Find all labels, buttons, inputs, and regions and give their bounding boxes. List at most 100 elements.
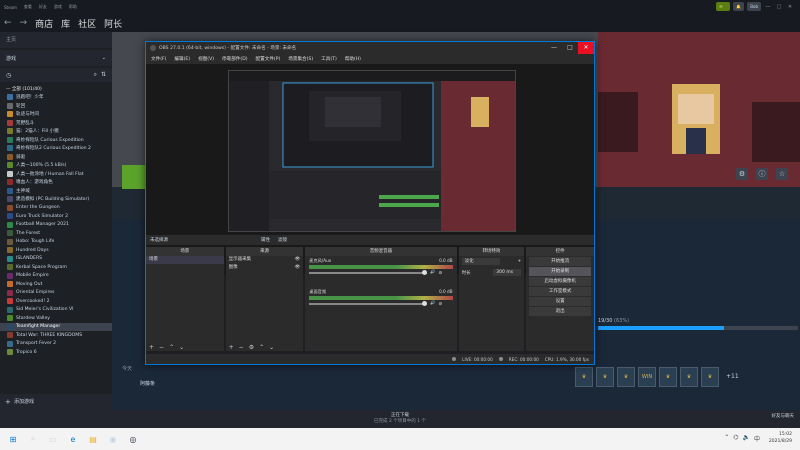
game-list-item[interactable]: 奇妙探险队2 Curious Expedition 2	[0, 144, 112, 153]
nav-library[interactable]: 库	[61, 17, 70, 30]
filters-button[interactable]: 滤镜	[278, 237, 287, 243]
gear-icon[interactable]: ⚙	[249, 344, 254, 351]
move-down-icon[interactable]: ⌄	[179, 344, 184, 351]
download-status[interactable]: 正在下载 已完成 2 个项目中的 1 个	[360, 412, 440, 424]
achievement-icon[interactable]: ♛	[701, 367, 719, 387]
ime-icon[interactable]: 中	[754, 434, 760, 443]
source-item[interactable]: 显示器采集 👁	[226, 256, 304, 264]
game-list-item[interactable]: Tropico 6	[0, 348, 112, 357]
achievement-icon[interactable]: ♛	[617, 367, 635, 387]
volume-slider[interactable]	[309, 301, 428, 306]
move-up-icon[interactable]: ⌃	[169, 344, 174, 351]
game-list-item[interactable]: Teamfight Manager	[0, 322, 112, 331]
game-list-item[interactable]: 人类一败涂地 / Human Fall Flat	[0, 170, 112, 179]
obs-close-button[interactable]: ✕	[578, 42, 594, 54]
nav-store[interactable]: 商店	[35, 17, 53, 30]
game-list-item[interactable]: 轨迹与时间	[0, 110, 112, 119]
edge-icon[interactable]: e	[66, 432, 80, 446]
task-view-icon[interactable]: ▭	[46, 432, 60, 446]
minimize-button[interactable]: —	[764, 3, 772, 11]
menu-steam[interactable]: Steam	[4, 5, 17, 10]
game-list-item[interactable]: 轮回	[0, 102, 112, 111]
chevron-up-icon[interactable]: ⌃	[724, 434, 729, 443]
sidebar-search[interactable]: ◷ ⌕ ⇅	[0, 68, 112, 82]
sidebar-home[interactable]: 主页	[0, 32, 112, 48]
obs-maximize-button[interactable]: □	[562, 42, 578, 54]
obs-menu-item[interactable]: 配置文件(P)	[256, 56, 281, 62]
sidebar-filter[interactable]: 游戏 ⌄	[0, 50, 112, 66]
game-list-item[interactable]: Total War: THREE KINGDOMS	[0, 331, 112, 340]
nav-profile[interactable]: 阿长	[104, 17, 122, 30]
game-list-item[interactable]: Overcooked! 2	[0, 297, 112, 306]
eye-icon[interactable]: 👁	[295, 256, 301, 264]
achievement-icon[interactable]: ♛	[680, 367, 698, 387]
achievement-icon[interactable]: ♛	[596, 367, 614, 387]
gear-icon[interactable]: ⚙	[736, 168, 748, 180]
clock-icon[interactable]: ◷	[6, 72, 11, 79]
game-list-item[interactable]: 主神域	[0, 187, 112, 196]
menu-view[interactable]: 查看	[24, 4, 32, 10]
menu-games[interactable]: 游戏	[54, 4, 62, 10]
speaker-icon[interactable]: 🔊	[430, 300, 435, 306]
game-list-item[interactable]: Euro Truck Simulator 2	[0, 212, 112, 221]
steam-icon[interactable]: ◎	[126, 432, 140, 446]
game-list-item[interactable]: 骑驱	[0, 153, 112, 162]
gear-icon[interactable]: ⚙	[439, 301, 443, 306]
properties-button[interactable]: 属性	[261, 237, 270, 243]
volume-icon[interactable]: 🔈	[743, 434, 750, 443]
game-list-item[interactable]: Oriental Empires	[0, 289, 112, 298]
control-button[interactable]: 工作室模式	[529, 287, 591, 296]
game-list-item[interactable]: 建造模拟 (PC Building Simulator)	[0, 195, 112, 204]
obs-menu-item[interactable]: 视图(V)	[198, 56, 214, 62]
maximize-button[interactable]: □	[775, 3, 783, 11]
nav-community[interactable]: 社区	[78, 17, 96, 30]
achievement-icon[interactable]: ♛	[659, 367, 677, 387]
game-list-item[interactable]: 奇妙探险队 Curious Expedition	[0, 136, 112, 145]
achievement-icon[interactable]: WIN	[638, 367, 656, 387]
info-icon[interactable]: ⓘ	[756, 168, 768, 180]
add-scene-icon[interactable]: +	[149, 344, 154, 351]
volume-slider-knob[interactable]	[422, 270, 428, 275]
game-list-item[interactable]: Football Manager 2021	[0, 221, 112, 230]
game-list-item[interactable]: Kerbal Space Program	[0, 263, 112, 272]
add-game-button[interactable]: + 添加游戏	[0, 394, 112, 410]
obs-menu-item[interactable]: 停靠部件(D)	[222, 56, 248, 62]
source-item[interactable]: 图像 👁	[226, 264, 304, 272]
menu-help[interactable]: 帮助	[69, 4, 77, 10]
game-list-item[interactable]: 荒野乱斗	[0, 119, 112, 128]
control-button[interactable]: 启动虚拟摄像机	[529, 277, 591, 286]
game-list-item[interactable]: Transport Fever 2	[0, 340, 112, 349]
eye-icon[interactable]: 👁	[295, 264, 301, 272]
more-achievements[interactable]: +11	[722, 367, 739, 387]
game-list-item[interactable]: 逃跑吧！少年	[0, 93, 112, 102]
obs-menu-item[interactable]: 工具(T)	[321, 56, 337, 62]
game-list-item[interactable]: 嗜血人：游戏角色	[0, 178, 112, 187]
game-list-item[interactable]: Enter the Gungeon	[0, 204, 112, 213]
game-list-item[interactable]: Moving Out	[0, 280, 112, 289]
remove-scene-icon[interactable]: −	[159, 344, 164, 351]
move-up-icon[interactable]: ⌃	[259, 344, 264, 351]
obs-menu-item[interactable]: 文件(F)	[151, 56, 166, 62]
control-button[interactable]: 设置	[529, 297, 591, 306]
gear-icon[interactable]: ⚙	[439, 270, 443, 275]
control-button[interactable]: 开始推流	[529, 257, 591, 266]
obs-menu-item[interactable]: 场景集合(S)	[288, 56, 313, 62]
activity-user[interactable]: 阿藤条	[140, 380, 155, 387]
move-down-icon[interactable]: ⌄	[269, 344, 274, 351]
announce-icon[interactable]: ✉	[716, 2, 731, 11]
sidebar-section-all[interactable]: — 全部 (101/40)	[0, 82, 112, 93]
network-icon[interactable]: ⌬	[733, 434, 738, 443]
control-button[interactable]: 开始录制	[529, 267, 591, 276]
menu-friends[interactable]: 好友	[39, 4, 47, 10]
duration-input[interactable]: 300 ms	[493, 269, 522, 276]
game-list-item[interactable]: Mobile Empire	[0, 272, 112, 281]
obs-icon[interactable]: ◉	[106, 432, 120, 446]
game-list-item[interactable]: Stardew Valley	[0, 314, 112, 323]
remove-source-icon[interactable]: −	[239, 344, 244, 351]
taskbar-clock[interactable]: 15:02 2021/8/29	[769, 431, 792, 445]
forward-arrow-icon[interactable]: →	[20, 18, 28, 28]
close-button[interactable]: ✕	[786, 3, 794, 11]
game-list-item[interactable]: Hundred Days	[0, 246, 112, 255]
search-icon[interactable]: ⌕	[94, 71, 97, 79]
control-button[interactable]: 退出	[529, 307, 591, 316]
